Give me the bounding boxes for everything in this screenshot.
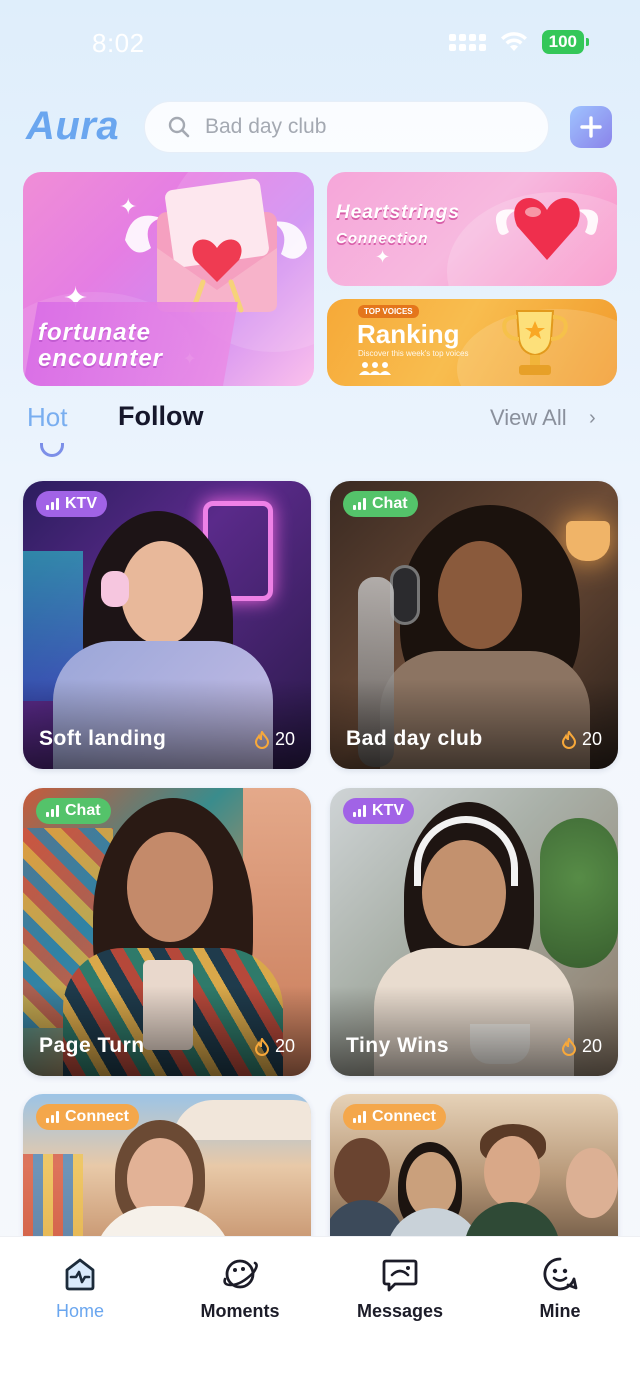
- tab-mine[interactable]: Mine: [500, 1255, 620, 1322]
- chevron-right-icon: ›: [589, 407, 596, 429]
- flame-icon: [561, 1037, 576, 1056]
- room-heat: 20: [561, 729, 602, 750]
- room-card[interactable]: Connect: [330, 1094, 618, 1254]
- room-card[interactable]: KTV Soft landing 20: [23, 481, 311, 769]
- room-heat-value: 20: [274, 729, 295, 749]
- audio-bars-icon: [353, 1111, 366, 1123]
- room-card[interactable]: Connect: [23, 1094, 311, 1254]
- room-type-label: KTV: [65, 495, 97, 512]
- room-type-label: KTV: [372, 802, 404, 819]
- search-input[interactable]: Bad day club: [144, 101, 549, 153]
- bottom-tab-bar: Home Moments Messages Mine: [0, 1236, 640, 1387]
- tab-messages-label: Messages: [356, 1301, 444, 1321]
- tab-home-label: Home: [55, 1301, 104, 1321]
- mine-icon: [543, 1257, 578, 1291]
- banner-title-line: Heartstrings: [336, 202, 460, 223]
- room-heat-value: 20: [581, 729, 602, 749]
- status-icons: 100: [448, 30, 590, 54]
- room-name: Tiny Wins: [346, 1034, 450, 1057]
- tab-messages[interactable]: Messages: [340, 1255, 460, 1322]
- trophy-illustration: [502, 310, 568, 375]
- home-icon: [65, 1258, 95, 1291]
- room-card[interactable]: Chat Page Turn 20: [23, 788, 311, 1076]
- app-logo: Aura: [26, 104, 120, 148]
- room-type-label: Chat: [65, 802, 101, 819]
- ranking-subtitle: Discover this week's top voices: [358, 349, 469, 358]
- room-type-label: Chat: [372, 495, 408, 512]
- room-card[interactable]: Chat Bad day club 20: [330, 481, 618, 769]
- plus-icon: [580, 116, 602, 138]
- tab-follow[interactable]: Follow: [118, 401, 203, 432]
- tab-mine-label: Mine: [539, 1301, 581, 1321]
- room-type-badge: Chat: [36, 798, 111, 824]
- room-name: Soft landing: [39, 727, 167, 750]
- create-room-button[interactable]: [570, 106, 612, 148]
- winged-heart-illustration: [495, 198, 599, 260]
- tab-moments-label: Moments: [200, 1301, 280, 1321]
- room-card[interactable]: KTV Tiny Wins 20: [330, 788, 618, 1076]
- audio-bars-icon: [353, 805, 366, 817]
- room-type-badge: KTV: [36, 491, 107, 517]
- tab-hot[interactable]: Hot: [27, 402, 67, 433]
- audio-bars-icon: [46, 805, 59, 817]
- status-time: 8:02: [92, 28, 145, 58]
- room-type-badge: Chat: [343, 491, 418, 517]
- banner-fortunate-title: fortunate encounter: [38, 320, 238, 372]
- audio-bars-icon: [46, 1111, 59, 1123]
- banner-title-line: encounter: [38, 345, 164, 372]
- room-type-label: Connect: [372, 1108, 436, 1125]
- flame-icon: [561, 730, 576, 749]
- flame-icon: [254, 730, 269, 749]
- battery-indicator: 100: [541, 30, 590, 54]
- view-all-link[interactable]: View All: [490, 405, 567, 431]
- audio-bars-icon: [46, 498, 59, 510]
- tab-active-indicator: [40, 443, 64, 457]
- banner-title-line: fortunate: [38, 319, 151, 346]
- room-type-badge: Connect: [343, 1104, 446, 1130]
- people-icon: [359, 362, 391, 375]
- banner-heartstrings-title: Heartstrings Connection: [336, 200, 460, 252]
- search-placeholder: Bad day club: [205, 115, 327, 138]
- room-heat-value: 20: [274, 1036, 295, 1056]
- room-heat: 20: [561, 1036, 602, 1057]
- room-name: Bad day club: [346, 727, 483, 750]
- wifi-icon: [500, 32, 527, 51]
- room-type-badge: KTV: [343, 798, 414, 824]
- flame-icon: [254, 1037, 269, 1056]
- room-name: Page Turn: [39, 1034, 145, 1057]
- room-type-label: Connect: [65, 1108, 129, 1125]
- cellular-signal-icon: [448, 33, 486, 51]
- banner-title-line: Connection: [336, 230, 429, 247]
- room-type-badge: Connect: [36, 1104, 139, 1130]
- ranking-title: Ranking: [357, 319, 460, 349]
- tab-home[interactable]: Home: [20, 1255, 140, 1322]
- room-heat: 20: [254, 1036, 295, 1057]
- tab-moments[interactable]: Moments: [180, 1255, 300, 1322]
- ranking-tag: TOP VOICES: [358, 305, 419, 318]
- messages-icon: [382, 1259, 418, 1292]
- audio-bars-icon: [353, 498, 366, 510]
- room-heat: 20: [254, 729, 295, 750]
- search-icon: [168, 116, 190, 138]
- status-bar: 8:02 100: [0, 0, 640, 88]
- sparkle-icon: ✦: [119, 194, 138, 219]
- room-heat-value: 20: [581, 1036, 602, 1056]
- moments-icon: [223, 1259, 258, 1289]
